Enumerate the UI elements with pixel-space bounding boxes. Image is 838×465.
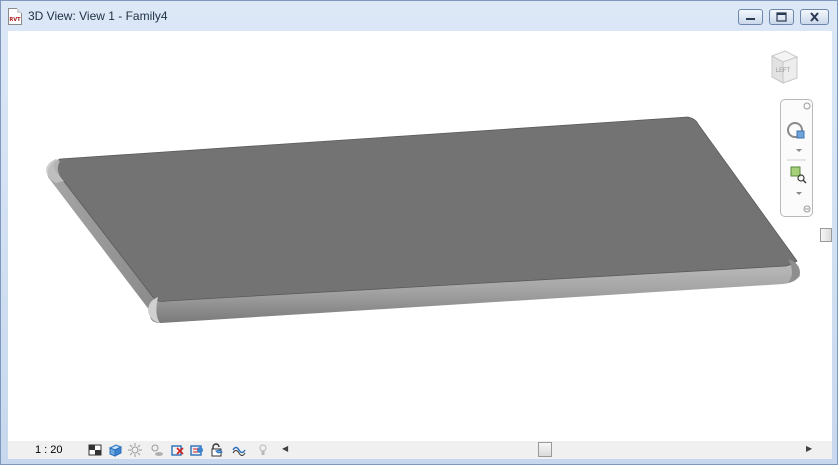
steering-wheel-icon[interactable] xyxy=(787,122,805,152)
view-scale[interactable]: 1 : 20 xyxy=(35,444,63,456)
maximize-button[interactable] xyxy=(769,9,794,25)
maximize-icon xyxy=(776,12,787,22)
detail-level-icon[interactable] xyxy=(88,443,102,457)
revit-file-icon: RVT xyxy=(8,8,22,25)
navigation-bar xyxy=(780,99,813,217)
sun-path-icon[interactable] xyxy=(128,443,142,457)
vertical-scroll-thumb[interactable] xyxy=(820,228,832,242)
minimize-icon xyxy=(746,18,755,20)
resize-corner xyxy=(816,441,832,459)
scroll-left-icon[interactable]: ◀ xyxy=(282,444,288,453)
zoom-region-icon[interactable] xyxy=(790,166,807,195)
close-button[interactable] xyxy=(800,9,829,25)
reveal-hidden-icon[interactable] xyxy=(256,443,270,457)
title-bar[interactable]: RVT 3D View: View 1 - Family4 xyxy=(1,1,837,31)
window-title: 3D View: View 1 - Family4 xyxy=(28,9,168,23)
vertical-scrollbar[interactable] xyxy=(820,31,832,441)
viewcube[interactable]: LEFT xyxy=(761,48,801,88)
model-canvas[interactable] xyxy=(8,31,820,441)
crop-view-icon[interactable] xyxy=(170,443,184,457)
viewcube-icon: LEFT xyxy=(770,50,799,84)
scroll-right-icon[interactable]: ▶ xyxy=(806,444,812,453)
app-icon-label: RVT xyxy=(9,17,21,23)
viewcube-face-label: LEFT xyxy=(776,68,791,74)
minimize-button[interactable] xyxy=(738,9,763,25)
visual-style-icon[interactable] xyxy=(108,443,122,457)
horizontal-scrollbar[interactable]: ◀ ▶ xyxy=(279,441,816,459)
view-control-bar: 1 : 20 ◀ ▶ xyxy=(8,441,832,459)
temporary-hide-icon[interactable] xyxy=(232,443,246,457)
horizontal-scroll-thumb[interactable] xyxy=(538,442,552,457)
unlock-3d-view-icon[interactable] xyxy=(210,443,224,457)
view-window: RVT 3D View: View 1 - Family4 LEFT 1: 2… xyxy=(0,0,838,465)
navigation-bar-graphic xyxy=(787,102,811,213)
3d-viewport[interactable]: LEFT xyxy=(8,31,820,441)
close-icon xyxy=(810,12,819,22)
show-crop-region-icon[interactable] xyxy=(190,443,204,457)
shadows-icon[interactable] xyxy=(150,443,164,457)
